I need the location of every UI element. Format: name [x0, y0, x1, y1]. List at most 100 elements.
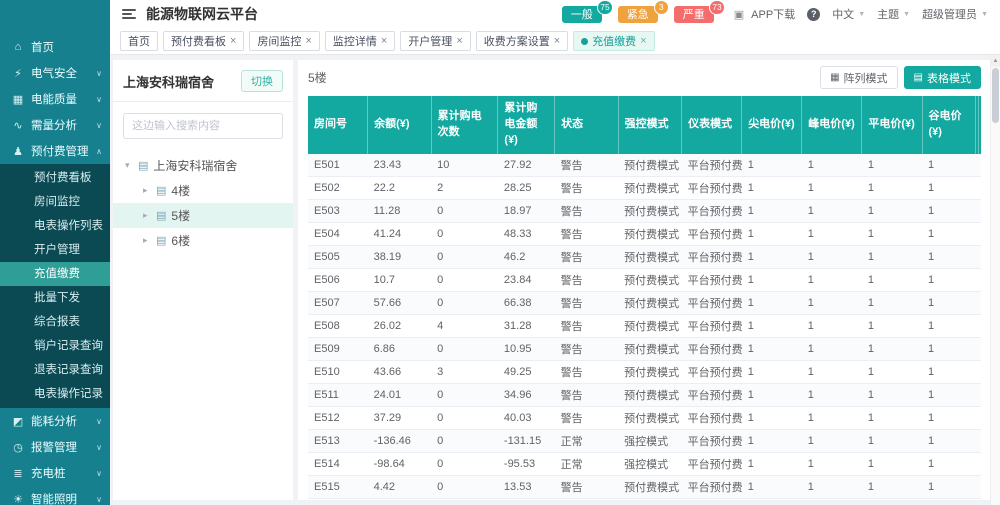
language-dropdown[interactable]: 中文 ▼ [832, 6, 865, 22]
close-icon[interactable]: × [640, 35, 646, 47]
table-mode-button[interactable]: ▤ 表格模式 [904, 66, 981, 89]
sidebar-item[interactable]: ▦ 电能质量 ∨ [0, 86, 110, 112]
cell-control-mode: 预付费模式 [618, 154, 681, 177]
cell-control-mode: 预付费模式 [618, 291, 681, 314]
alarm-badge-label: 严重 [683, 6, 705, 22]
alarm-badge[interactable]: 一般 75 [562, 6, 602, 23]
close-icon[interactable]: × [230, 35, 236, 47]
tabbar: 首页 预付费看板 × 房间监控 × 监控详情 [110, 28, 1000, 55]
chevron-down-icon: ▼ [981, 11, 988, 18]
sidebar-item-prepaid-management[interactable]: ♟ 预付费管理 ∧ [0, 138, 110, 164]
cell-purchase-times: 0 [431, 291, 498, 314]
cell-sharp-price: 1 [742, 314, 802, 337]
tree-node[interactable]: ▸ ▤ 6楼 [113, 228, 293, 253]
sidebar-subitem[interactable]: 预付费看板 [0, 166, 110, 190]
sidebar-subitem[interactable]: 充值缴费 [0, 262, 110, 286]
tab[interactable]: 预付费看板 × [163, 31, 244, 51]
cell-purchase-times: 4 [431, 314, 498, 337]
sidebar-group-prepaid: ♟ 预付费管理 ∧ 预付费看板 房间监控 电表操作列表 开户管理 充值缴费 批量… [0, 138, 110, 408]
tab[interactable]: 房间监控 × [249, 31, 319, 51]
close-icon[interactable]: × [305, 35, 311, 47]
cell-peak-price: 1 [802, 452, 862, 475]
cell-purchase-times: 0 [431, 245, 498, 268]
sidebar-subitem[interactable]: 开户管理 [0, 238, 110, 262]
sidebar-item[interactable]: ⌂ 首页 [0, 34, 110, 60]
table-row: E509 6.86 0 10.95 警告 预付费模式 平台预付费 1 1 1 1 [308, 337, 981, 360]
sidebar-item[interactable]: ☀ 智能照明 ∨ [0, 486, 110, 505]
tree-node[interactable]: ▸ ▤ 5楼 [113, 203, 293, 228]
column-header: 状态 [555, 96, 618, 154]
cell-peak-price: 1 [802, 268, 862, 291]
cell-flat-price: 1 [862, 429, 922, 452]
cell-sharp-price: 1 [742, 199, 802, 222]
menu-collapse-icon[interactable] [122, 9, 136, 19]
cell-room: E507 [308, 291, 368, 314]
app-download-link[interactable]: ▣ APP下载 [734, 6, 795, 22]
sidebar-subitem[interactable]: 批量下发 [0, 286, 110, 310]
cell-sharp-price: 1 [742, 245, 802, 268]
cell-balance: 4.42 [368, 475, 431, 498]
close-icon[interactable]: × [554, 35, 560, 47]
sidebar-subitem[interactable]: 房间监控 [0, 190, 110, 214]
sidebar-item[interactable]: ≣ 充电桩 ∨ [0, 460, 110, 486]
column-header: 强控模式 [618, 96, 681, 154]
cell-valley-price: 1 [922, 498, 975, 500]
theme-dropdown[interactable]: 主题 ▼ [877, 6, 910, 22]
cell-balance: 43.66 [368, 360, 431, 383]
cell-purchase-times: 3 [431, 360, 498, 383]
tree-node[interactable]: ▸ ▤ 4楼 [113, 178, 293, 203]
cell-status: 警告 [555, 199, 618, 222]
alarm-badge[interactable]: 严重 73 [674, 6, 714, 23]
cell-actions: 充值退费 [978, 475, 981, 498]
menu-icon: ▦ [12, 93, 24, 106]
sidebar-subitem[interactable]: 电表操作列表 [0, 214, 110, 238]
sidebar-subitem[interactable]: 销户记录查询 [0, 334, 110, 358]
cell-peak-price: 1 [802, 360, 862, 383]
scrollbar[interactable]: ▲ [990, 55, 1000, 505]
cell-meter-mode: 平台预付费 [682, 360, 742, 383]
cell-peak-price: 1 [802, 245, 862, 268]
switch-button[interactable]: 切换 [241, 70, 283, 92]
cell-meter-mode: 平台预付费 [682, 337, 742, 360]
sidebar-subitem[interactable]: 电表操作记录 [0, 382, 110, 406]
column-header: 房间号 [308, 96, 368, 154]
tab[interactable]: 首页 [120, 31, 158, 51]
close-icon[interactable]: × [456, 35, 462, 47]
close-icon[interactable]: × [381, 35, 387, 47]
cell-room: E512 [308, 406, 368, 429]
app-title: 能源物联网云平台 [146, 4, 258, 24]
cell-control-mode: 预付费模式 [618, 475, 681, 498]
grid-mode-button[interactable]: ▦ 阵列模式 [820, 66, 897, 89]
cell-purchase-amount: 34.96 [498, 383, 555, 406]
cell-room: E514 [308, 452, 368, 475]
tree-search-input[interactable] [123, 113, 283, 139]
tab[interactable]: 收费方案设置 × [476, 31, 568, 51]
cell-purchase-amount: -95.53 [498, 452, 555, 475]
alarm-badge[interactable]: 紧急 3 [618, 6, 658, 23]
cell-meter-mode: 平台预付费 [682, 222, 742, 245]
user-dropdown[interactable]: 超级管理员 ▼ [922, 6, 988, 22]
tab[interactable]: 充值缴费 × [573, 31, 654, 51]
sidebar-item[interactable]: ◷ 报警管理 ∨ [0, 434, 110, 460]
grid-icon: ▦ [830, 72, 839, 83]
cell-purchase-amount: 46.2 [498, 245, 555, 268]
tree-root-node[interactable]: ▾ ▤ 上海安科瑞宿舍 [113, 153, 293, 178]
column-header: 操作 [978, 96, 981, 154]
tab[interactable]: 开户管理 × [400, 31, 470, 51]
cell-meter-mode: 平台预付费 [682, 406, 742, 429]
sidebar-item[interactable]: ◩ 能耗分析 ∨ [0, 408, 110, 434]
help-icon[interactable]: ? [807, 8, 820, 21]
sidebar-subitem[interactable]: 综合报表 [0, 310, 110, 334]
cell-status: 警告 [555, 360, 618, 383]
scroll-up-arrow[interactable]: ▲ [991, 55, 1000, 67]
sidebar-subitem[interactable]: 退表记录查询 [0, 358, 110, 382]
alarm-badge-label: 紧急 [627, 6, 649, 22]
menu-icon: ⌂ [12, 41, 24, 53]
scrollbar-thumb[interactable] [992, 68, 999, 123]
cell-status: 警告 [555, 176, 618, 199]
tab[interactable]: 监控详情 × [325, 31, 395, 51]
sidebar-item[interactable]: ∿ 需量分析 ∨ [0, 112, 110, 138]
cell-flat-price: 1 [862, 475, 922, 498]
tree-node-label: 4楼 [171, 182, 190, 199]
sidebar-item[interactable]: ⚡ 电气安全 ∨ [0, 60, 110, 86]
